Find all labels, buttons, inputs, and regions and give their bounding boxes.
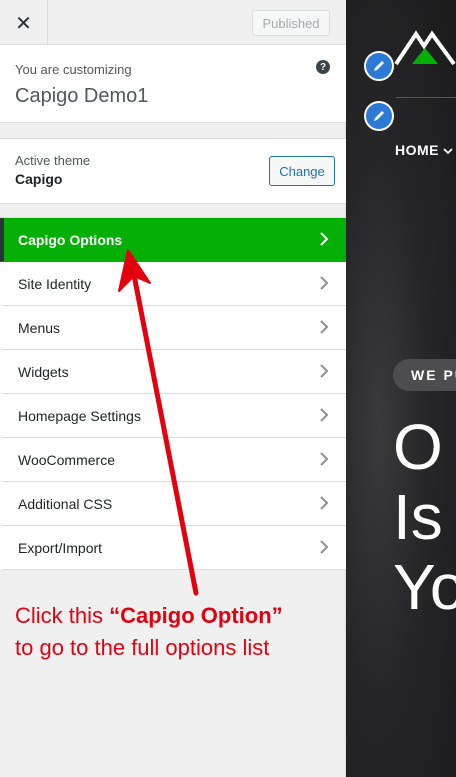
edit-shortcut-menu[interactable] xyxy=(364,101,394,131)
site-preview: HOME WE PU O Is Yo xyxy=(346,0,456,777)
hero-tag-pill: WE PU xyxy=(393,359,456,391)
mountain-logo-icon xyxy=(394,30,456,66)
hero-heading: O Is Yo xyxy=(393,412,456,622)
nav-home-label: HOME xyxy=(395,142,439,158)
edit-shortcut-logo[interactable] xyxy=(364,51,394,81)
hero-line: Is xyxy=(393,481,443,553)
pencil-icon xyxy=(374,111,384,121)
nav-home-link[interactable]: HOME xyxy=(395,142,454,158)
hero-line: Yo xyxy=(393,551,456,623)
hero-line: O xyxy=(393,411,443,483)
pencil-icon xyxy=(374,61,384,71)
header-divider xyxy=(396,97,456,98)
site-logo[interactable] xyxy=(394,28,456,73)
chevron-down-icon xyxy=(443,148,454,155)
annotation-arrow xyxy=(118,249,199,596)
